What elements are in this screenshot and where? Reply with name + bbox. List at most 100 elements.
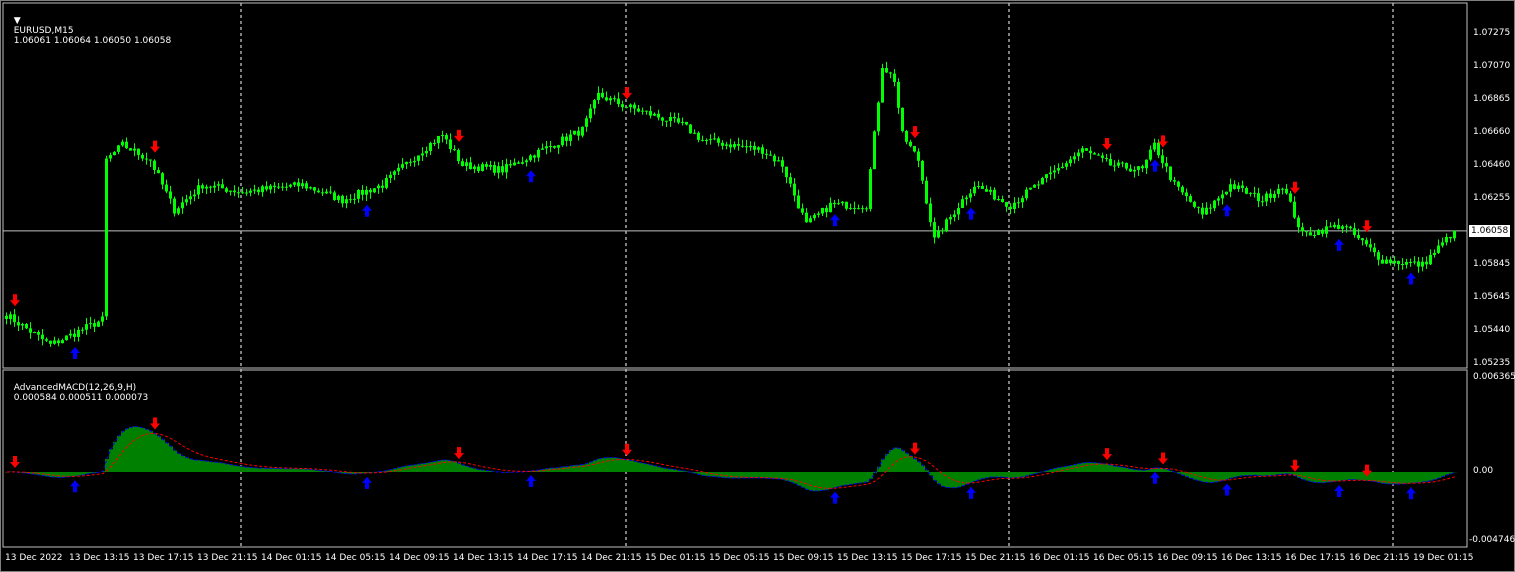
buy-arrow-icon	[70, 346, 80, 359]
candle-body	[633, 104, 636, 109]
time-axis-label: 16 Dec 21:15	[1349, 553, 1410, 563]
candle-body	[897, 82, 900, 108]
macd-histogram-bar	[797, 472, 801, 486]
candle-body	[533, 155, 536, 158]
macd-histogram-bar	[801, 472, 805, 488]
candle-body	[921, 160, 924, 181]
macd-histogram-bar	[1429, 472, 1433, 481]
macd-histogram-bar	[857, 472, 861, 484]
candle-body	[473, 166, 476, 170]
candle-body	[1237, 185, 1240, 189]
macd-histogram-bar	[1101, 463, 1105, 472]
macd-buy-arrow-icon	[1334, 484, 1344, 497]
macd-histogram-bar	[1417, 472, 1421, 483]
candle-body	[561, 136, 564, 146]
candle-body	[169, 191, 172, 199]
macd-histogram-bar	[233, 465, 237, 472]
candle-body	[1257, 193, 1260, 202]
candle-body	[165, 184, 168, 192]
candle-body	[1029, 187, 1032, 190]
macd-histogram-bar	[729, 472, 733, 479]
macd-histogram-bar	[817, 472, 821, 491]
candle-body	[929, 203, 932, 223]
candle-body	[13, 314, 16, 323]
candle-body	[845, 201, 848, 209]
candle-body	[769, 154, 772, 156]
candle-body	[485, 164, 488, 167]
candle-body	[417, 155, 420, 161]
macd-histogram-bar	[133, 426, 137, 472]
candle-body	[1281, 188, 1284, 190]
candle-body	[1061, 166, 1064, 169]
macd-histogram-bar	[193, 459, 197, 472]
candle-body	[1113, 165, 1116, 167]
candle-body	[545, 146, 548, 149]
candle-body	[637, 108, 640, 112]
macd-histogram-bar	[1317, 472, 1321, 483]
candle-body	[289, 184, 292, 187]
candle-body	[841, 201, 844, 204]
macd-histogram-bar	[249, 467, 253, 472]
candle-body	[821, 207, 824, 214]
candle-body	[745, 146, 748, 148]
candle-body	[369, 189, 372, 193]
candle-body	[1361, 238, 1364, 241]
macd-histogram-bar	[849, 472, 853, 485]
candle-body	[129, 148, 132, 151]
candle-body	[629, 104, 632, 108]
macd-histogram	[5, 426, 1457, 491]
candle-body	[985, 188, 988, 192]
candle-body	[145, 158, 148, 160]
last-price-label: 1.06058	[1469, 225, 1511, 237]
macd-histogram-bar	[1313, 472, 1317, 483]
candle-body	[1045, 174, 1048, 179]
macd-histogram-bar	[1349, 472, 1353, 480]
candle-body	[705, 139, 708, 141]
macd-histogram-bar	[453, 461, 457, 472]
candle-body	[593, 100, 596, 109]
candle-body	[1205, 207, 1208, 215]
candle-body	[45, 339, 48, 341]
macd-histogram-bar	[125, 428, 129, 472]
candle-body	[1261, 201, 1264, 203]
candle-body	[125, 141, 128, 149]
macd-histogram-bar	[1129, 468, 1133, 472]
macd-histogram-bar	[1337, 472, 1341, 481]
signal-line	[6, 432, 1456, 489]
candle-body	[141, 154, 144, 159]
macd-histogram-bar	[1009, 472, 1013, 478]
macd-histogram-bar	[569, 465, 573, 472]
macd-histogram-bar	[905, 453, 909, 472]
candle-body	[1325, 226, 1328, 234]
candle-body	[409, 161, 412, 163]
macd-histogram-bar	[933, 472, 937, 481]
candle-body	[29, 328, 32, 333]
candle-body	[377, 185, 380, 189]
candle-body	[689, 124, 692, 134]
macd-histogram-bar	[909, 455, 913, 472]
candle-body	[197, 185, 200, 195]
candle-body	[621, 104, 624, 108]
symbol-dropdown-icon[interactable]: ▼	[14, 16, 21, 26]
candle-body	[365, 189, 368, 195]
candle-body	[1133, 169, 1136, 172]
candle-body	[457, 149, 460, 162]
macd-histogram-bar	[1061, 466, 1065, 472]
macd-histogram-bar	[669, 469, 673, 472]
candle-body	[321, 192, 324, 194]
price-axis-label: 1.06865	[1473, 94, 1511, 105]
macd-histogram-bar	[861, 472, 865, 483]
candle-body	[1049, 172, 1052, 175]
price-axis-label: 1.05440	[1473, 324, 1511, 335]
candle-body	[1341, 226, 1344, 229]
candle-body	[753, 145, 756, 150]
candle-body	[585, 118, 588, 127]
price-axis-label: 1.05235	[1473, 358, 1511, 368]
candle-body	[1273, 193, 1276, 198]
candle-body	[481, 164, 484, 171]
price-chart[interactable]	[0, 0, 1515, 572]
candle-body	[293, 182, 296, 185]
time-axis-label: 14 Dec 21:15	[581, 553, 642, 563]
macd-histogram-bar	[413, 464, 417, 472]
macd-histogram-bar	[997, 472, 1001, 478]
